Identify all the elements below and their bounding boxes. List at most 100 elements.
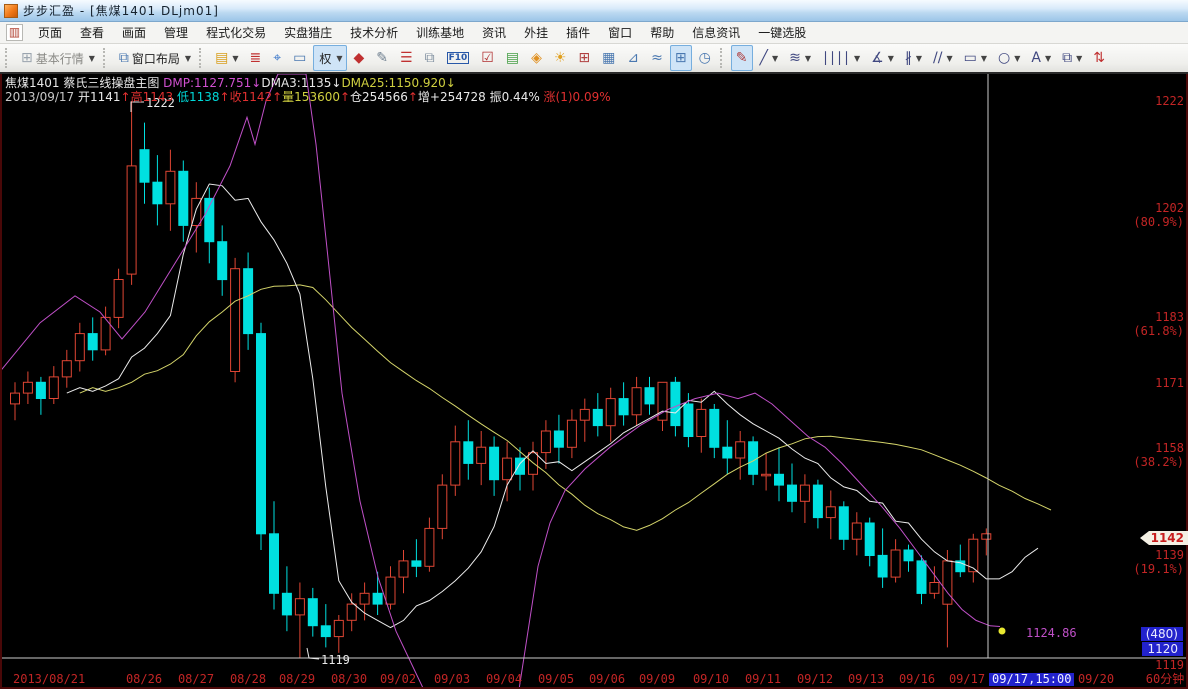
quote-seg-10: 仓254566 [350,90,408,104]
date-tick-label: 09/16 [899,673,935,686]
last-price-tag: 1142 [1149,531,1188,545]
menu-item-15[interactable]: 一键选股 [749,21,815,44]
trendline-icon: ╱ [760,51,768,65]
date-tick-label: 09/09 [639,673,675,686]
period-label: 60分钟 [1146,673,1184,686]
text-a-icon: A [1031,51,1041,65]
price-axis-label: (38.2%) [1133,456,1184,469]
menu-item-3[interactable]: 画面 [113,21,155,44]
menu-item-7[interactable]: 技术分析 [341,21,407,44]
fan-lines-tool-button[interactable]: ∡▼ [866,45,898,71]
dropdown-arrow-icon: ▼ [946,54,952,63]
move-view-button[interactable]: ⌖ [268,45,286,71]
quote-list-button[interactable]: ☰ [395,45,418,71]
new-chart-window-button[interactable]: ⊞ [670,45,692,71]
quote-seg-13: 振0.44% [490,90,544,104]
menu-item-5[interactable]: 程式化交易 [197,21,275,44]
date-tick-label: 08/30 [331,673,367,686]
menu-item-10[interactable]: 外挂 [515,21,557,44]
window-layout-button[interactable]: ⧉窗口布局▼ [114,45,195,71]
menu-item-2[interactable]: 查看 [71,21,113,44]
ellipse-tool-button[interactable]: ○▼ [993,45,1024,71]
chart-confirm-button[interactable]: ☑ [476,45,499,71]
date-tick-label: 09/06 [589,673,625,686]
note-line-tool-button[interactable]: ≋▼ [784,45,815,71]
measure-button[interactable]: ▭ [288,45,311,71]
toolbar-grip [720,48,727,68]
date-tick-label: 09/20 [1078,673,1114,686]
text-tool-button[interactable]: A▼ [1026,45,1055,71]
quote-seg-6: 收1142 [230,90,273,104]
mini-chart2-button[interactable]: ≈ [646,45,668,71]
diamond-chart-icon: ◆ [354,51,365,65]
copy-tool-button[interactable]: ⧉▼ [1057,45,1086,71]
hatch-tool-button[interactable]: //▼ [928,45,957,71]
date-tick-label: 09/05 [538,673,574,686]
report-doc-button[interactable]: ▤ [501,45,524,71]
dropdown-arrow-icon: ▼ [89,54,95,63]
price-axis-label: (80.9%) [1133,216,1184,229]
sort-arrows-button[interactable]: ⇅ [1088,45,1110,71]
f10-info-button[interactable]: F10 [442,45,475,71]
vertical-lines-icon: ∣∣∣∣ [822,51,850,65]
up-down-arrows-icon: ⇅ [1093,51,1105,65]
dropdown-arrow-icon: ▼ [1045,54,1051,63]
indicator-seg-1: DMP:1127.751↓ [163,76,261,90]
panels-icon: ⊞ [578,51,590,65]
multi-panel-button[interactable]: ⊞ [573,45,595,71]
price-axis-label: 1202 [1155,202,1184,215]
quote-seg-12: 增+254728 [418,90,490,104]
warning-diamond-icon: ◈ [531,51,542,65]
chart-line-icon: ≈ [651,51,663,65]
dropdown-arrow-icon: ▼ [185,54,191,63]
date-tick-label: 09/12 [797,673,833,686]
rectangle-icon: ▭ [964,51,977,65]
price-axis-label: (19.1%) [1133,563,1184,576]
history-chart-button[interactable]: ◷ [694,45,716,71]
window-title: 步步汇盈 - [焦煤1401 DLjm01] [23,2,219,19]
layers-icon: ⧉ [425,51,435,65]
menu-item-4[interactable]: 管理 [155,21,197,44]
menu-item-1[interactable]: 页面 [29,21,71,44]
data-table-button[interactable]: ▦ [597,45,620,71]
date-tick-label: 09/03 [434,673,470,686]
f10-icon: F10 [447,52,470,64]
price-axis-label: 1158 [1155,442,1184,455]
channel-lines-icon: ∦ [905,51,912,65]
mini-chart-button[interactable]: ⊿ [622,45,644,71]
vertical-lines-tool-button[interactable]: ∣∣∣∣▼ [817,45,864,71]
indicator-rows-button[interactable]: ≣ [244,45,266,71]
date-tick-label: 09/17 [949,673,985,686]
pie-chart-button[interactable]: ◆ [349,45,370,71]
gann-fan-icon: ∡ [871,51,884,65]
date-tick-label: 09/10 [693,673,729,686]
channel-tool-button[interactable]: ∦▼ [900,45,926,71]
menu-item-14[interactable]: 信息资讯 [683,21,749,44]
menu-item-6[interactable]: 实盘猎庄 [275,21,341,44]
open-file-button[interactable]: ▤▼ [210,45,242,71]
quote-seg-5: ↑ [220,90,230,104]
date-tick-label: 09/11 [745,673,781,686]
rights-adjust-button[interactable]: 权▼ [313,45,346,71]
circle-icon: ○ [998,51,1010,65]
date-tick-label: 09/04 [486,673,522,686]
menu-item-8[interactable]: 训练基地 [407,21,473,44]
menu-item-13[interactable]: 帮助 [641,21,683,44]
menu-item-9[interactable]: 资讯 [473,21,515,44]
trendline-tool-button[interactable]: ╱▼ [755,45,783,71]
chart-clock-icon: ◷ [699,51,711,65]
dropdown-arrow-icon: ▼ [916,54,922,63]
menubar: ▥ 页面查看画面管理程式化交易实盘猎庄技术分析训练基地资讯外挂插件窗口帮助信息资… [0,22,1188,44]
erase-draw-button[interactable]: ✎ [371,45,393,71]
dropdown-arrow-icon: ▼ [1076,54,1082,63]
alert-button[interactable]: ◈ [526,45,547,71]
menu-item-12[interactable]: 窗口 [599,21,641,44]
titlebar: 步步汇盈 - [焦煤1401 DLjm01] [0,0,1188,22]
menu-item-11[interactable]: 插件 [557,21,599,44]
draw-mode-button[interactable]: ✎ [731,45,753,71]
settings-button[interactable]: ☀ [549,45,572,71]
layers-button[interactable]: ⧉ [420,45,440,71]
rectangle-tool-button[interactable]: ▭▼ [959,45,991,71]
mdi-chart-icon[interactable]: ▥ [6,24,23,41]
basic-quotes-button[interactable]: ⊞基本行情▼ [16,45,99,71]
